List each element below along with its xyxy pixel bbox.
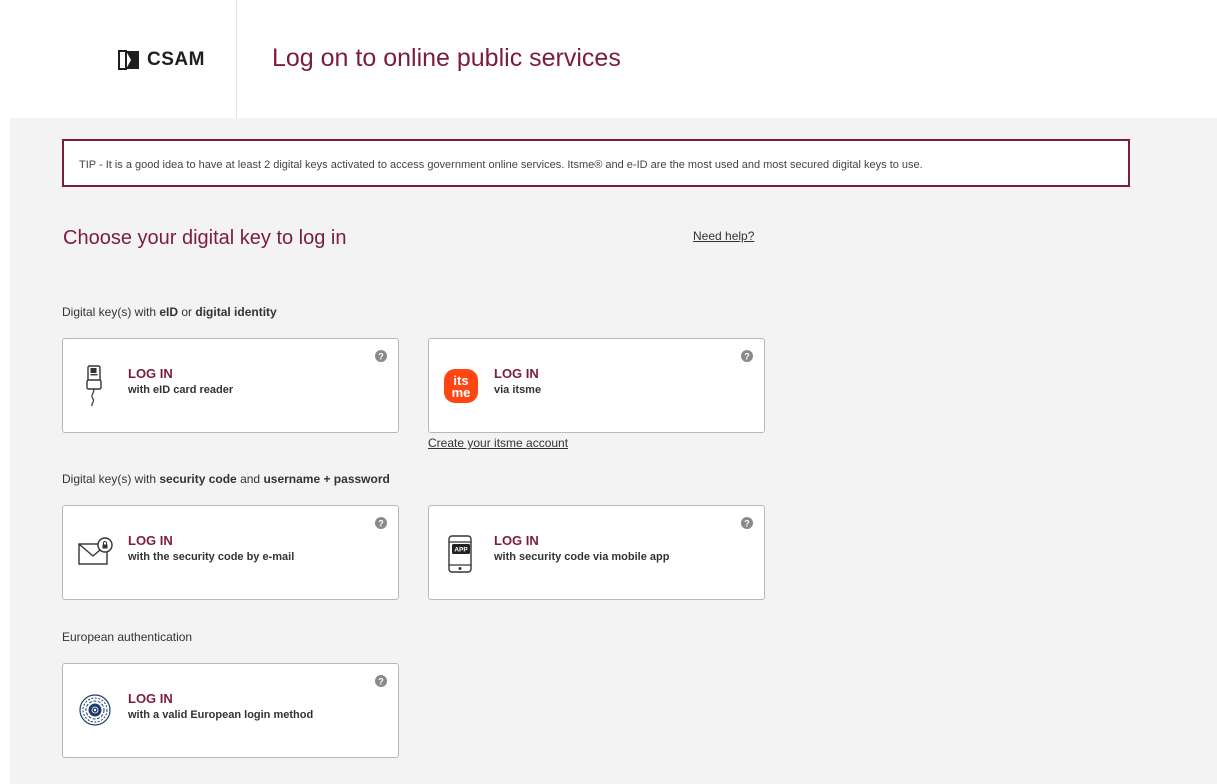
tip-box: TIP - It is a good idea to have at least… xyxy=(62,139,1130,187)
card-title: LOG IN xyxy=(128,533,173,548)
section-eid-prefix: Digital key(s) with xyxy=(62,305,160,319)
svg-text:?: ? xyxy=(378,677,384,687)
section-label-security-code: Digital key(s) with security code and us… xyxy=(62,472,390,486)
card-subtitle: with the security code by e-mail xyxy=(128,551,295,563)
card-title: LOG IN xyxy=(128,691,173,706)
question-help-icon[interactable]: ? xyxy=(375,674,387,687)
login-itsme-button[interactable]: its me LOG IN via itsme ? xyxy=(428,338,765,433)
login-mobile-app-button[interactable]: APP LOG IN with security code via mobile… xyxy=(428,505,765,600)
header-divider xyxy=(236,0,237,118)
app-badge-text: APP xyxy=(454,547,468,554)
section-code-prefix: Digital key(s) with xyxy=(62,472,160,486)
card-subtitle: with eID card reader xyxy=(128,384,234,396)
header: CSAM Log on to online public services xyxy=(0,0,1217,118)
page-title: Log on to online public services xyxy=(272,44,621,72)
section-eid-bold-2: digital identity xyxy=(195,305,277,319)
csam-logo[interactable]: CSAM xyxy=(117,48,205,72)
login-email-code-button[interactable]: LOG IN with the security code by e-mail … xyxy=(62,505,399,600)
section-label-european: European authentication xyxy=(62,630,193,644)
email-lock-icon xyxy=(77,530,113,574)
card-subtitle: with a valid European login method xyxy=(128,709,314,721)
section-eid-mid: or xyxy=(178,305,196,319)
card-text: LOG IN with the security code by e-mail xyxy=(128,533,294,563)
card-text: LOG IN with eID card reader xyxy=(128,366,233,396)
card-title: LOG IN xyxy=(128,366,173,381)
card-reader-icon xyxy=(77,363,113,407)
choose-key-heading: Choose your digital key to log in xyxy=(63,227,347,249)
section-code-mid: and xyxy=(236,472,264,486)
question-help-icon[interactable]: ? xyxy=(741,516,753,529)
question-help-icon[interactable]: ? xyxy=(375,516,387,529)
login-european-button[interactable]: LOG IN with a valid European login metho… xyxy=(62,663,399,758)
card-text: LOG IN with security code via mobile app xyxy=(494,533,669,563)
card-title: LOG IN xyxy=(494,533,539,548)
card-text: LOG IN via itsme xyxy=(494,366,541,396)
svg-text:?: ? xyxy=(378,352,384,362)
csam-logo-icon xyxy=(117,48,141,72)
need-help-link[interactable]: Need help? xyxy=(693,229,754,243)
card-text: LOG IN with a valid European login metho… xyxy=(128,691,313,721)
create-itsme-account-link[interactable]: Create your itsme account xyxy=(428,436,568,450)
svg-text:?: ? xyxy=(744,352,750,362)
fingerprint-icon xyxy=(77,688,113,732)
card-subtitle: via itsme xyxy=(494,384,542,396)
svg-text:?: ? xyxy=(744,519,750,529)
question-help-icon[interactable]: ? xyxy=(741,349,753,362)
card-title: LOG IN xyxy=(494,366,539,381)
section-label-eid: Digital key(s) with eID or digital ident… xyxy=(62,305,277,319)
svg-text:?: ? xyxy=(378,519,384,529)
logo-text: CSAM xyxy=(147,49,205,70)
section-eid-bold-1: eID xyxy=(159,305,179,319)
section-code-bold-1: security code xyxy=(159,472,237,486)
section-code-bold-2: username + password xyxy=(263,472,390,486)
card-subtitle: with security code via mobile app xyxy=(494,551,670,563)
question-help-icon[interactable]: ? xyxy=(375,349,387,362)
login-eid-card-reader-button[interactable]: LOG IN with eID card reader ? xyxy=(62,338,399,433)
itsme-logo-bottom-text: me xyxy=(452,385,471,400)
mobile-app-icon: APP xyxy=(443,530,479,574)
itsme-logo-icon: its me xyxy=(443,363,479,407)
